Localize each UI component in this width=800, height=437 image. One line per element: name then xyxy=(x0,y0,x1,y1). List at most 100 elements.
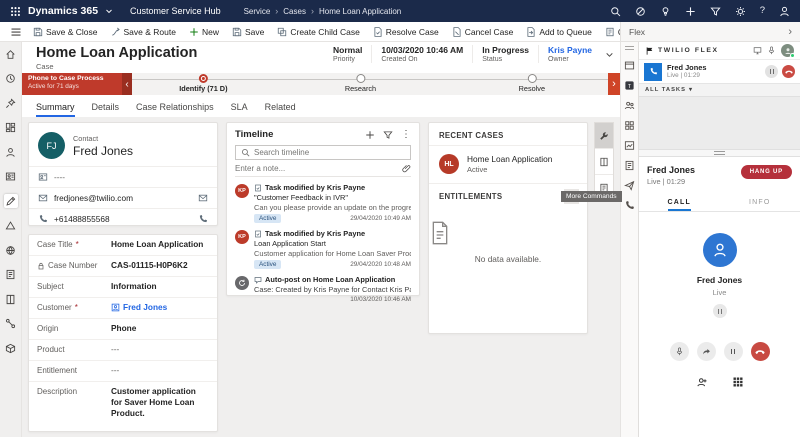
collapse-pane-chevron-icon[interactable]: › xyxy=(788,26,792,38)
recent-case-item[interactable]: HL Home Loan Application Active xyxy=(429,146,587,183)
stage-research[interactable]: Research xyxy=(345,74,376,93)
monitor-icon[interactable] xyxy=(753,46,762,55)
cases-icon[interactable] xyxy=(4,194,18,208)
presence-icon[interactable] xyxy=(635,6,646,17)
process-scroll-left-icon[interactable]: ‹ xyxy=(122,73,132,95)
side-pane-header[interactable]: Flex › xyxy=(620,22,800,42)
products-icon[interactable] xyxy=(4,341,18,355)
breadcrumb-cases[interactable]: Cases xyxy=(283,7,306,16)
recent-case-name[interactable]: Home Loan Application xyxy=(467,154,552,164)
timeline-search-input[interactable] xyxy=(254,148,405,157)
product-row[interactable]: Product --- xyxy=(29,340,217,361)
recent-icon[interactable] xyxy=(4,72,18,86)
knowledge-tool-icon[interactable] xyxy=(595,149,613,175)
owner-value[interactable]: Kris Payne xyxy=(548,45,592,55)
timeline-entry[interactable]: KP Task modified by Kris Payne "Customer… xyxy=(235,180,411,226)
dialpad-icon[interactable] xyxy=(732,376,744,388)
tab-sla[interactable]: SLA xyxy=(231,102,248,117)
contact-phone-value[interactable]: +61488855568 xyxy=(54,214,110,224)
people-icon[interactable] xyxy=(624,100,635,111)
tab-summary[interactable]: Summary xyxy=(36,102,75,117)
tab-call[interactable]: CALL xyxy=(639,195,720,211)
customer-value[interactable]: Fred Jones xyxy=(123,302,167,313)
timeline-filter-icon[interactable] xyxy=(383,130,393,140)
entitlement-row[interactable]: Entitlement --- xyxy=(29,361,217,382)
hold-call-button[interactable] xyxy=(724,342,743,361)
owner-field[interactable]: Kris Payne Owner xyxy=(538,45,601,63)
agent-script-icon[interactable] xyxy=(624,60,635,71)
product-value[interactable]: --- xyxy=(111,344,209,355)
queues-icon[interactable] xyxy=(4,243,18,257)
case-title-row[interactable]: Case Title* Home Loan Application xyxy=(29,235,217,256)
timeline-entry[interactable]: Auto-post on Home Loan Application Case:… xyxy=(235,272,411,306)
new-button[interactable]: New xyxy=(183,22,225,42)
mic-icon[interactable] xyxy=(767,46,776,55)
add-to-queue-button[interactable]: Add to Queue xyxy=(520,22,597,42)
end-call-icon[interactable] xyxy=(782,65,795,78)
breadcrumb-service[interactable]: Service xyxy=(244,7,271,16)
stage-resolve[interactable]: Resolve xyxy=(519,74,545,93)
timeline-add-icon[interactable] xyxy=(365,130,375,140)
contact-email-value[interactable]: fredjones@twilio.com xyxy=(54,193,133,203)
apps-grid-icon[interactable] xyxy=(624,120,635,131)
description-row[interactable]: Description Customer application for Sav… xyxy=(29,382,217,424)
customer-row[interactable]: Customer* Fred Jones xyxy=(29,298,217,319)
timeline-search-box[interactable] xyxy=(235,145,411,160)
stage-identify[interactable]: Identify (71 D) xyxy=(179,74,227,93)
tab-case-relationships[interactable]: Case Relationships xyxy=(136,102,214,117)
tab-info[interactable]: INFO xyxy=(720,195,800,211)
wrench-tool-icon[interactable] xyxy=(595,123,613,149)
tab-details[interactable]: Details xyxy=(92,102,120,117)
contact-company-row[interactable]: ---- xyxy=(29,166,217,187)
notes-icon[interactable] xyxy=(624,160,635,171)
origin-value[interactable]: Phone xyxy=(111,323,209,334)
subject-row[interactable]: Subject Information xyxy=(29,277,217,298)
header-expand-chevron-icon[interactable] xyxy=(605,50,614,59)
description-value[interactable]: Customer application for Saver Home Loan… xyxy=(111,386,209,420)
status-field[interactable]: In Progress Status xyxy=(472,45,538,63)
knowledge-icon[interactable] xyxy=(4,268,18,282)
timeline-more-icon[interactable]: ⋮ xyxy=(401,129,411,140)
articles-icon[interactable] xyxy=(4,292,18,306)
customer-link[interactable]: Fred Jones xyxy=(111,302,209,313)
contact-name[interactable]: Fred Jones xyxy=(73,144,133,158)
note-input[interactable] xyxy=(235,164,402,173)
save-button[interactable]: Save xyxy=(226,22,270,42)
case-number-row[interactable]: Case Number CAS-01115-H0P6K2 xyxy=(29,256,217,277)
plus-icon[interactable] xyxy=(685,6,696,17)
save-close-button[interactable]: Save & Close xyxy=(27,22,104,42)
agent-avatar[interactable] xyxy=(781,44,794,57)
call-phone-icon[interactable] xyxy=(198,214,208,224)
all-tasks-header[interactable]: ALL TASKS ▾ xyxy=(639,84,800,97)
pinned-icon[interactable] xyxy=(4,96,18,110)
origin-row[interactable]: Origin Phone xyxy=(29,319,217,340)
contacts-icon[interactable] xyxy=(4,145,18,159)
insights-icon[interactable] xyxy=(624,140,635,151)
app-name[interactable]: Customer Service Hub xyxy=(130,6,221,16)
hold-indicator-icon[interactable] xyxy=(713,304,727,318)
send-email-icon[interactable] xyxy=(198,193,208,203)
help-icon[interactable]: ? xyxy=(760,6,765,16)
site-map-menu-icon[interactable] xyxy=(6,26,26,38)
timeline-note-box[interactable] xyxy=(235,164,411,177)
phone-call-icon[interactable] xyxy=(624,200,635,211)
lightbulb-icon[interactable] xyxy=(660,6,671,17)
hang-up-button[interactable]: HANG UP xyxy=(741,165,792,179)
panel-splitter[interactable] xyxy=(639,149,800,157)
create-child-case-button[interactable]: Create Child Case xyxy=(271,22,365,42)
accounts-icon[interactable] xyxy=(4,170,18,184)
app-brand[interactable]: Dynamics 365 xyxy=(28,5,98,17)
tab-related[interactable]: Related xyxy=(265,102,296,117)
flex-task-item[interactable]: Fred Jones Live | 01:29 xyxy=(639,60,800,84)
teams-icon[interactable]: T xyxy=(624,80,635,91)
cancel-case-button[interactable]: Cancel Case xyxy=(446,22,520,42)
send-icon[interactable] xyxy=(624,180,635,191)
add-participant-icon[interactable] xyxy=(696,376,708,388)
mute-mic-button[interactable] xyxy=(670,342,689,361)
save-route-button[interactable]: Save & Route xyxy=(105,22,182,42)
brand-chevron-down-icon[interactable] xyxy=(105,7,113,15)
user-icon[interactable] xyxy=(779,6,790,17)
gear-icon[interactable] xyxy=(735,6,746,17)
paperclip-icon[interactable] xyxy=(402,164,411,173)
transfer-call-button[interactable] xyxy=(697,342,716,361)
